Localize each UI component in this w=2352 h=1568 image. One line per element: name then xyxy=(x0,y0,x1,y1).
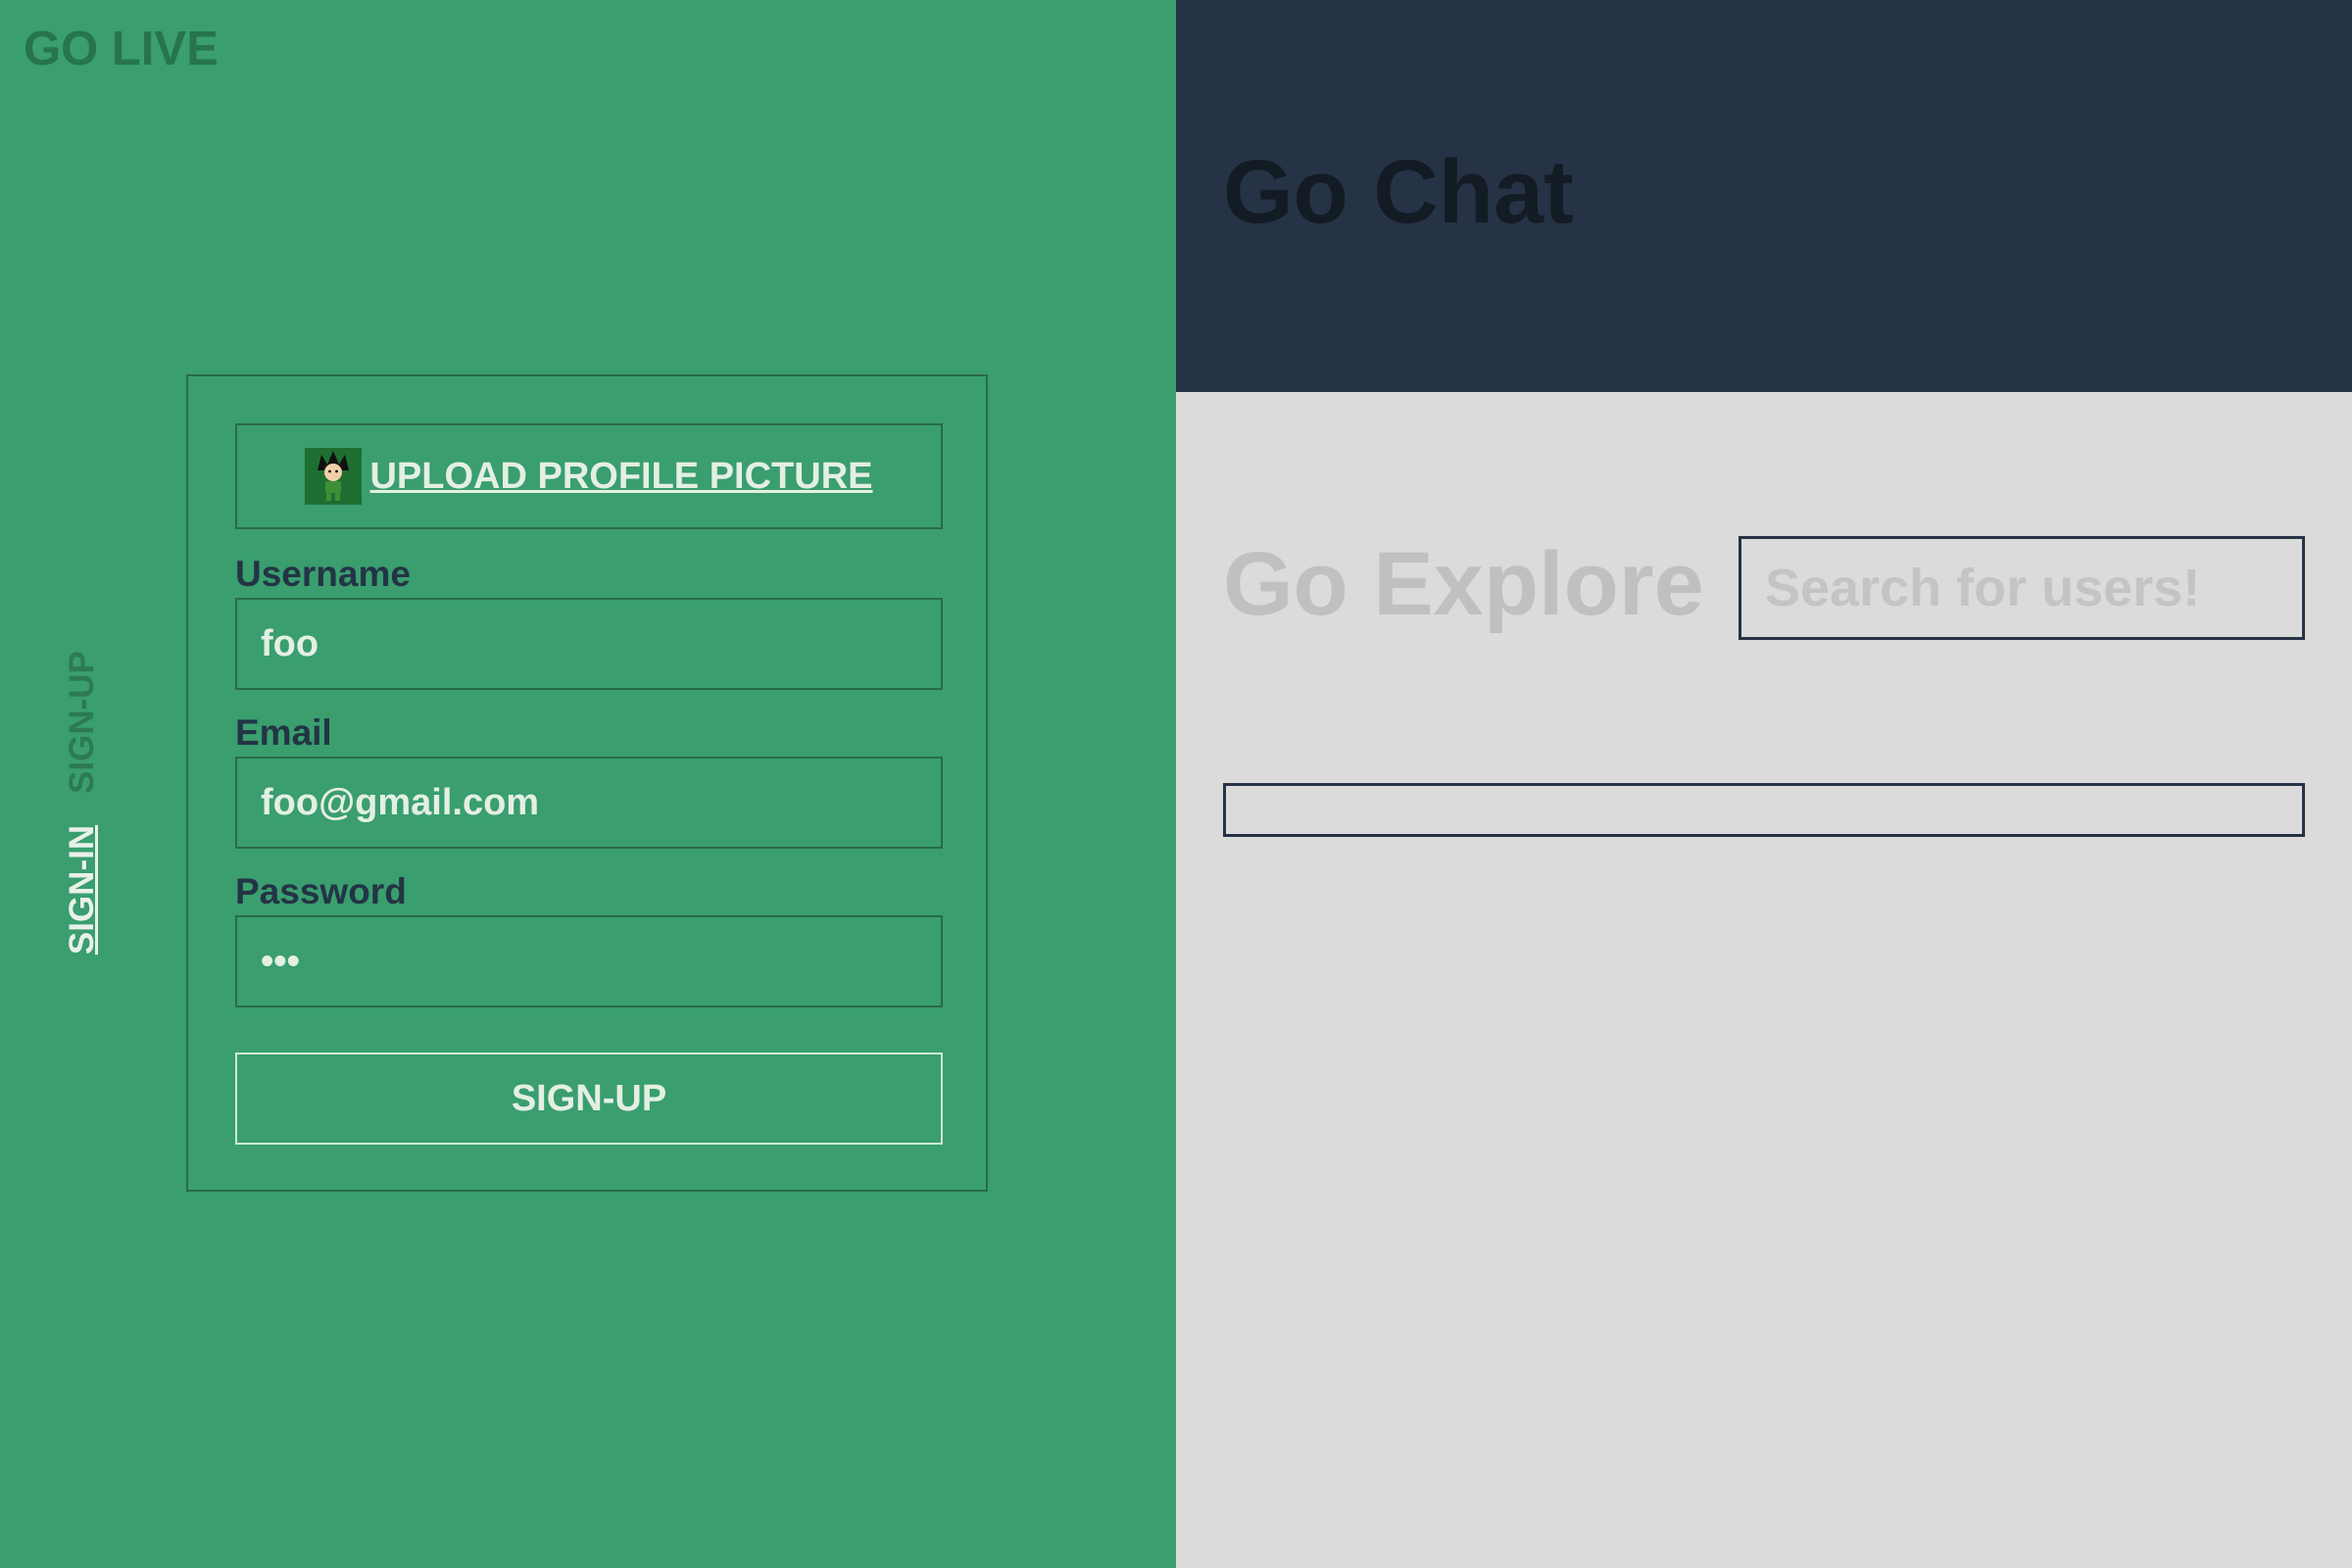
explore-panel: Go Explore xyxy=(1176,392,2352,1568)
tab-sign-in[interactable]: SIGN-IN xyxy=(63,819,101,960)
username-input[interactable] xyxy=(235,598,943,690)
username-label: Username xyxy=(235,554,411,594)
tab-sign-up[interactable]: SIGN-UP xyxy=(63,644,101,801)
sign-up-form: UPLOAD PROFILE PICTURE Username Email Pa… xyxy=(186,374,988,1192)
upload-profile-picture-button[interactable]: UPLOAD PROFILE PICTURE xyxy=(235,423,943,529)
upload-profile-picture-label: UPLOAD PROFILE PICTURE xyxy=(369,455,873,497)
brand-title: GO LIVE xyxy=(24,23,219,75)
explore-title: Go Explore xyxy=(1223,534,1704,634)
chat-title: Go Chat xyxy=(1223,142,1574,242)
user-results-list xyxy=(1223,783,2305,837)
auth-panel: GO LIVE SIGN-UP SIGN-IN UPLOAD PROFILE P… xyxy=(0,0,1176,1568)
app-root: GO LIVE SIGN-UP SIGN-IN UPLOAD PROFILE P… xyxy=(0,0,2352,1568)
email-input[interactable] xyxy=(235,757,943,849)
avatar-icon xyxy=(305,448,363,505)
password-input[interactable] xyxy=(235,915,943,1007)
sign-up-button[interactable]: SIGN-UP xyxy=(235,1053,943,1145)
user-search-input[interactable] xyxy=(1739,536,2305,640)
email-label: Email xyxy=(235,712,332,753)
password-label: Password xyxy=(235,871,407,911)
chat-header: Go Chat xyxy=(1176,0,2352,392)
